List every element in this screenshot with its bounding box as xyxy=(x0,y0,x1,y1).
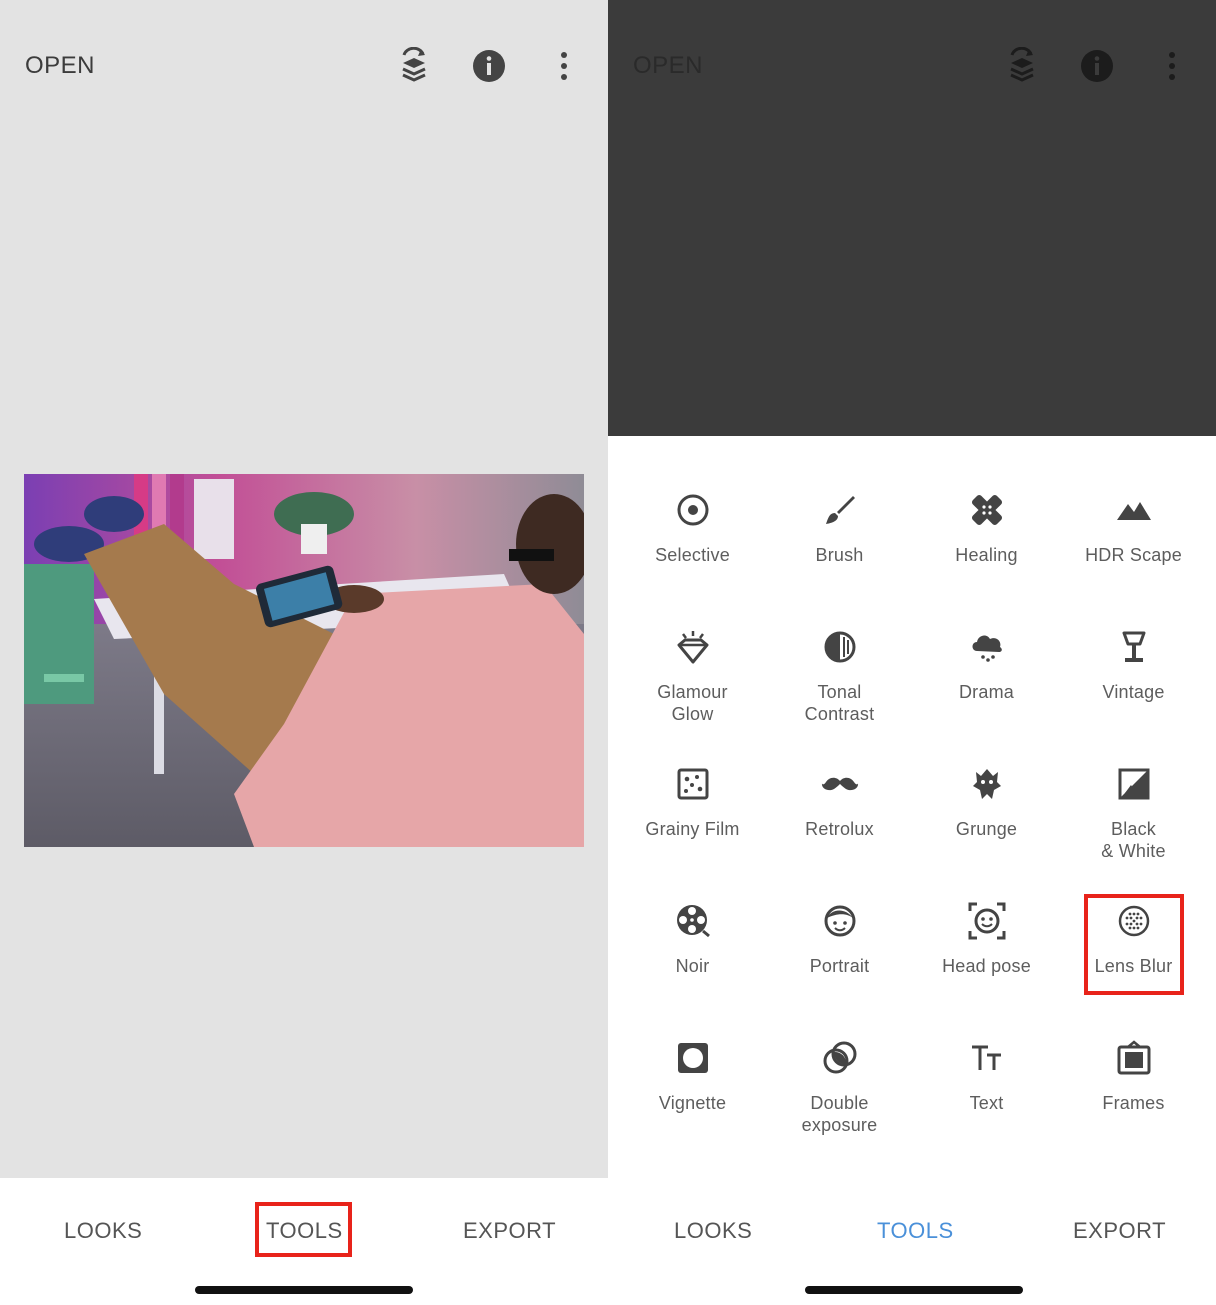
tool-healing[interactable]: Healing xyxy=(913,490,1060,610)
undo-layers-icon[interactable] xyxy=(394,46,434,86)
text-icon xyxy=(967,1038,1007,1078)
lamp-icon xyxy=(1114,627,1154,667)
bottom-nav: LOOKS TOOLS EXPORT xyxy=(608,1178,1216,1305)
brush-icon xyxy=(820,490,860,530)
tool-grainy-film[interactable]: Grainy Film xyxy=(619,764,766,884)
undo-layers-icon[interactable] xyxy=(1002,46,1042,86)
lens-blur-highlight-box xyxy=(1084,894,1184,995)
grunge-icon xyxy=(967,764,1007,804)
tool-brush[interactable]: Brush xyxy=(766,490,913,610)
nav-export[interactable]: EXPORT xyxy=(1073,1218,1166,1244)
tonal-contrast-icon xyxy=(820,627,860,667)
tool-noir[interactable]: Noir xyxy=(619,901,766,1021)
frames-icon xyxy=(1114,1038,1154,1078)
open-button[interactable]: OPEN xyxy=(633,52,703,80)
tool-text[interactable]: Text xyxy=(913,1038,1060,1158)
face-icon xyxy=(820,901,860,941)
nav-tools-active[interactable]: TOOLS xyxy=(877,1218,954,1244)
nav-looks[interactable]: LOOKS xyxy=(674,1218,752,1244)
right-screen: OPEN Selective Brush Healing HDR Scape G… xyxy=(608,0,1216,1305)
tool-black-white[interactable]: Black & White xyxy=(1060,764,1207,884)
healing-icon xyxy=(967,490,1007,530)
grain-icon xyxy=(673,764,713,804)
selective-icon xyxy=(673,490,713,530)
tool-head-pose[interactable]: Head pose xyxy=(913,901,1060,1021)
open-button[interactable]: OPEN xyxy=(25,52,95,80)
mountain-icon xyxy=(1114,490,1154,530)
tool-hdr-scape[interactable]: HDR Scape xyxy=(1060,490,1207,610)
tool-drama[interactable]: Drama xyxy=(913,627,1060,747)
home-indicator xyxy=(195,1286,413,1294)
home-indicator xyxy=(805,1286,1023,1294)
left-screen: OPEN LOOKS TOOLS EXPORT xyxy=(0,0,608,1305)
tool-grunge[interactable]: Grunge xyxy=(913,764,1060,884)
vignette-icon xyxy=(673,1038,713,1078)
tool-selective[interactable]: Selective xyxy=(619,490,766,610)
film-reel-icon xyxy=(673,901,713,941)
tool-vintage[interactable]: Vintage xyxy=(1060,627,1207,747)
tool-portrait[interactable]: Portrait xyxy=(766,901,913,1021)
photo-preview xyxy=(24,474,584,847)
head-pose-icon xyxy=(967,901,1007,941)
diamond-icon xyxy=(673,627,713,667)
more-options-icon[interactable] xyxy=(1152,46,1192,86)
tools-highlight-box xyxy=(255,1202,352,1257)
double-exposure-icon xyxy=(820,1038,860,1078)
tool-glamour-glow[interactable]: Glamour Glow xyxy=(619,627,766,747)
info-icon[interactable] xyxy=(469,46,509,86)
tool-vignette[interactable]: Vignette xyxy=(619,1038,766,1158)
info-icon[interactable] xyxy=(1077,46,1117,86)
nav-export[interactable]: EXPORT xyxy=(463,1218,556,1244)
more-options-icon[interactable] xyxy=(544,46,584,86)
bw-photo-icon xyxy=(1114,764,1154,804)
screenshot-stage: OPEN LOOKS TOOLS EXPORT OPEN Selective B… xyxy=(0,0,1216,1305)
mustache-icon xyxy=(820,764,860,804)
tool-frames[interactable]: Frames xyxy=(1060,1038,1207,1158)
tool-retrolux[interactable]: Retrolux xyxy=(766,764,913,884)
bottom-nav: LOOKS TOOLS EXPORT xyxy=(0,1178,608,1305)
nav-looks[interactable]: LOOKS xyxy=(64,1218,142,1244)
tool-tonal-contrast[interactable]: Tonal Contrast xyxy=(766,627,913,747)
tool-double-exposure[interactable]: Double exposure xyxy=(766,1038,913,1158)
top-bar: OPEN xyxy=(0,0,608,130)
top-bar-dimmed: OPEN xyxy=(608,0,1216,436)
cloud-icon xyxy=(967,627,1007,667)
